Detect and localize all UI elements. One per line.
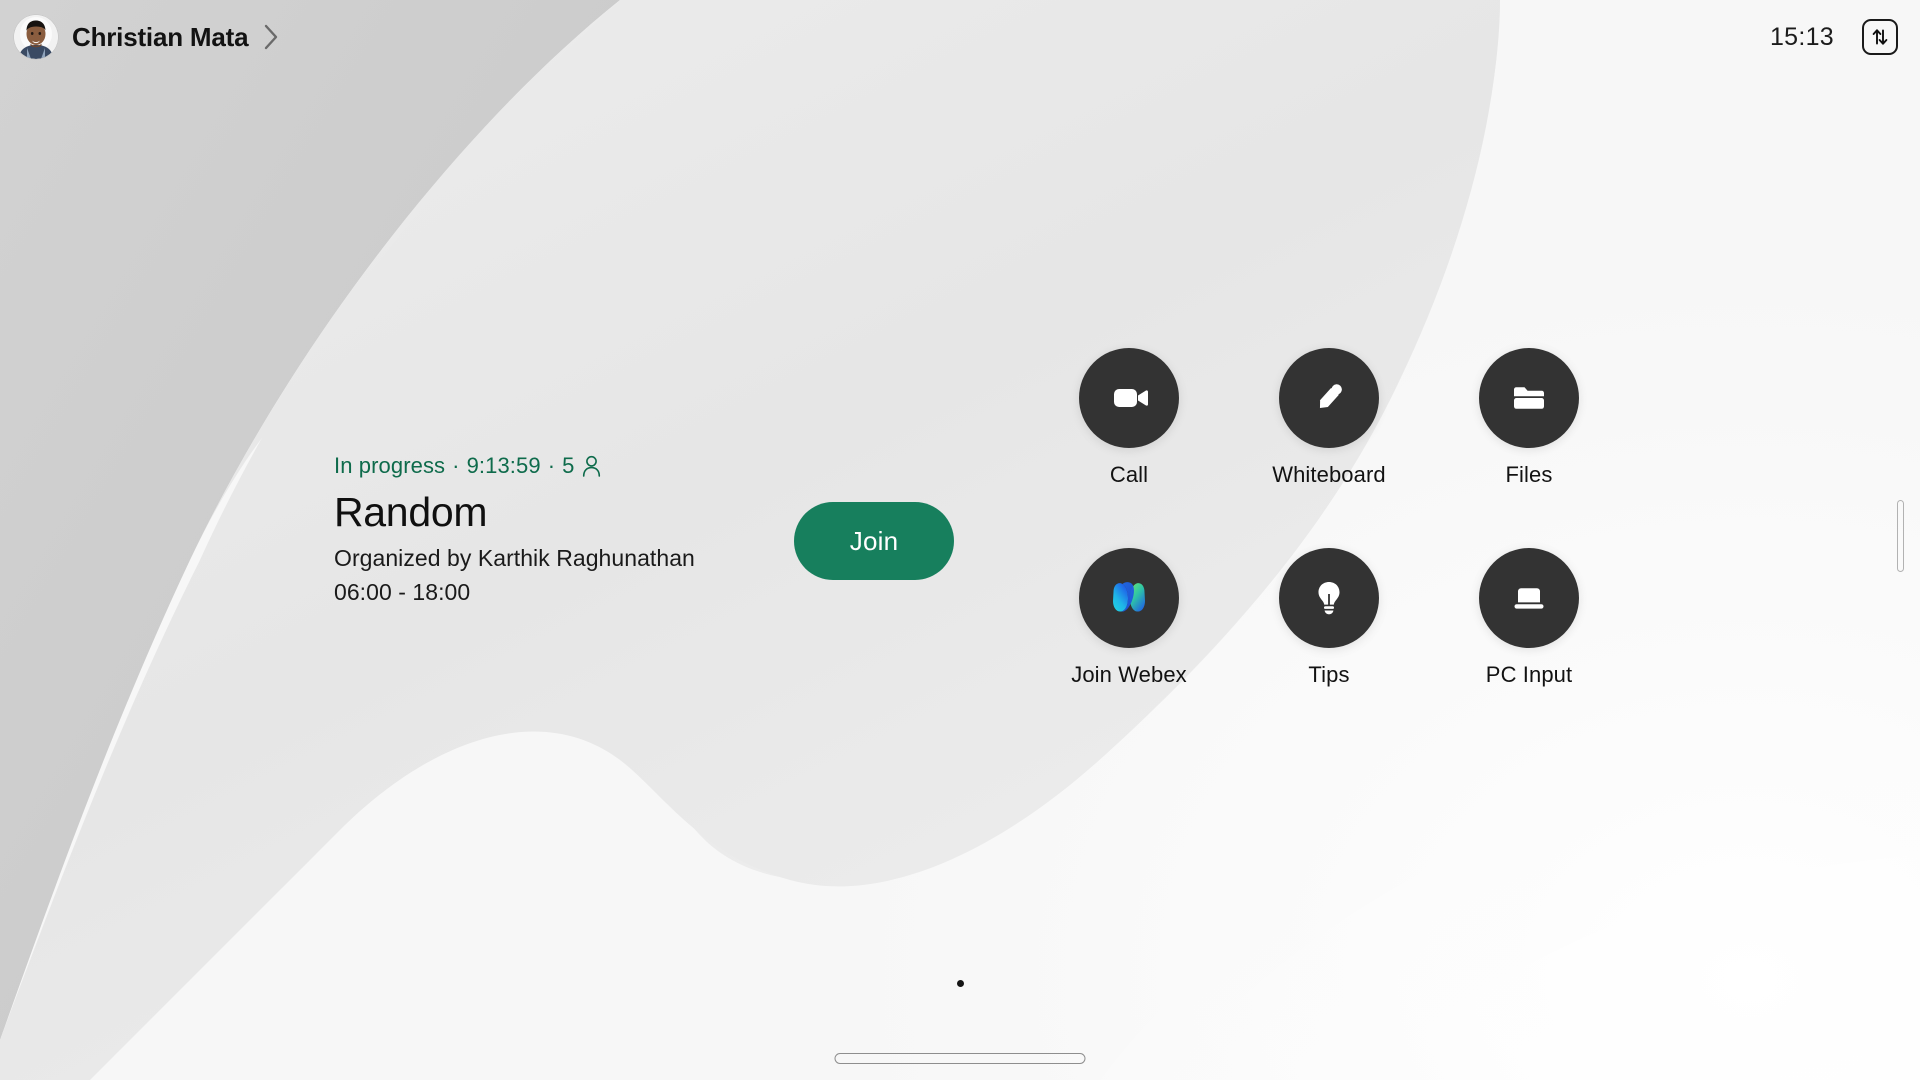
app-label: Call: [1109, 462, 1149, 487]
app-tile-join-webex[interactable]: Join Webex: [1029, 548, 1229, 748]
app-tile-call[interactable]: Call: [1029, 348, 1229, 548]
meeting-status-line: In progress · 9:13:59 · 5: [334, 452, 764, 480]
meeting-status-label: In progress: [334, 453, 446, 478]
app-icon-circle: [1079, 348, 1179, 448]
app-label: Join Webex: [1071, 662, 1187, 687]
user-avatar-photo: [14, 15, 58, 59]
clock: 15:13: [1769, 22, 1834, 51]
pencil-icon: [1319, 384, 1342, 409]
status-separator-1: ·: [452, 453, 460, 478]
profile-name: Christian Mata: [72, 21, 249, 52]
app-label: Files: [1505, 462, 1553, 487]
meeting-organizer: Organized by Karthik Raghunathan: [334, 545, 695, 572]
laptop-icon: [1514, 588, 1544, 609]
meeting-elapsed-time: 9:13:59: [466, 453, 541, 478]
vertical-scroll-indicator[interactable]: [1897, 500, 1904, 572]
status-separator-2: ·: [547, 453, 556, 478]
app-tile-files[interactable]: Files: [1429, 348, 1629, 548]
webex-logo-icon: [1113, 582, 1145, 612]
app-label: Tips: [1308, 662, 1350, 687]
join-button[interactable]: Join: [794, 502, 954, 580]
app-grid: Call Whiteboard Files Join Webex Tips PC…: [1029, 348, 1629, 748]
app-label: Whiteboard: [1272, 462, 1386, 487]
app-icon-circle: [1279, 348, 1379, 448]
video-camera-icon: [1114, 389, 1148, 407]
up-down-arrows-button[interactable]: [1862, 19, 1898, 55]
lightbulb-icon: [1318, 582, 1340, 615]
avatar: [14, 15, 58, 59]
participant-count: 5: [562, 453, 575, 478]
join-button-wrapper: Join: [794, 502, 954, 580]
meeting-time-range: 06:00 - 18:00: [334, 578, 471, 605]
page-indicator[interactable]: [0, 980, 1920, 987]
background-decoration: [0, 0, 1920, 1080]
meeting-title: Random: [334, 489, 488, 535]
app-tile-tips[interactable]: Tips: [1229, 548, 1429, 748]
profile-button[interactable]: Christian Mata: [14, 15, 279, 59]
folder-icon: [1514, 387, 1544, 409]
app-icon-circle: [1479, 348, 1579, 448]
app-icon-circle: [1279, 548, 1379, 648]
app-tile-whiteboard[interactable]: Whiteboard: [1229, 348, 1429, 548]
meeting-details: In progress · 9:13:59 · 5 Random Organiz…: [334, 452, 764, 609]
app-icon-circle: [1479, 548, 1579, 648]
app-label: PC Input: [1485, 662, 1573, 687]
chevron-right-icon: [264, 24, 279, 50]
app-icon-circle: [1079, 548, 1179, 648]
meeting-card: In progress · 9:13:59 · 5 Random Organiz…: [334, 452, 954, 609]
top-bar: Christian Mata 15:13: [0, 0, 1920, 74]
home-indicator[interactable]: [834, 1053, 1086, 1064]
top-bar-right: 15:13: [1770, 19, 1898, 55]
up-down-arrows-icon: [1872, 29, 1888, 45]
page-dot[interactable]: [956, 980, 964, 987]
device-home-screen: Christian Mata 15:13 In progress · 9:13:…: [0, 0, 1920, 1080]
app-tile-pc-input[interactable]: PC Input: [1429, 548, 1629, 748]
person-icon: [582, 455, 601, 483]
